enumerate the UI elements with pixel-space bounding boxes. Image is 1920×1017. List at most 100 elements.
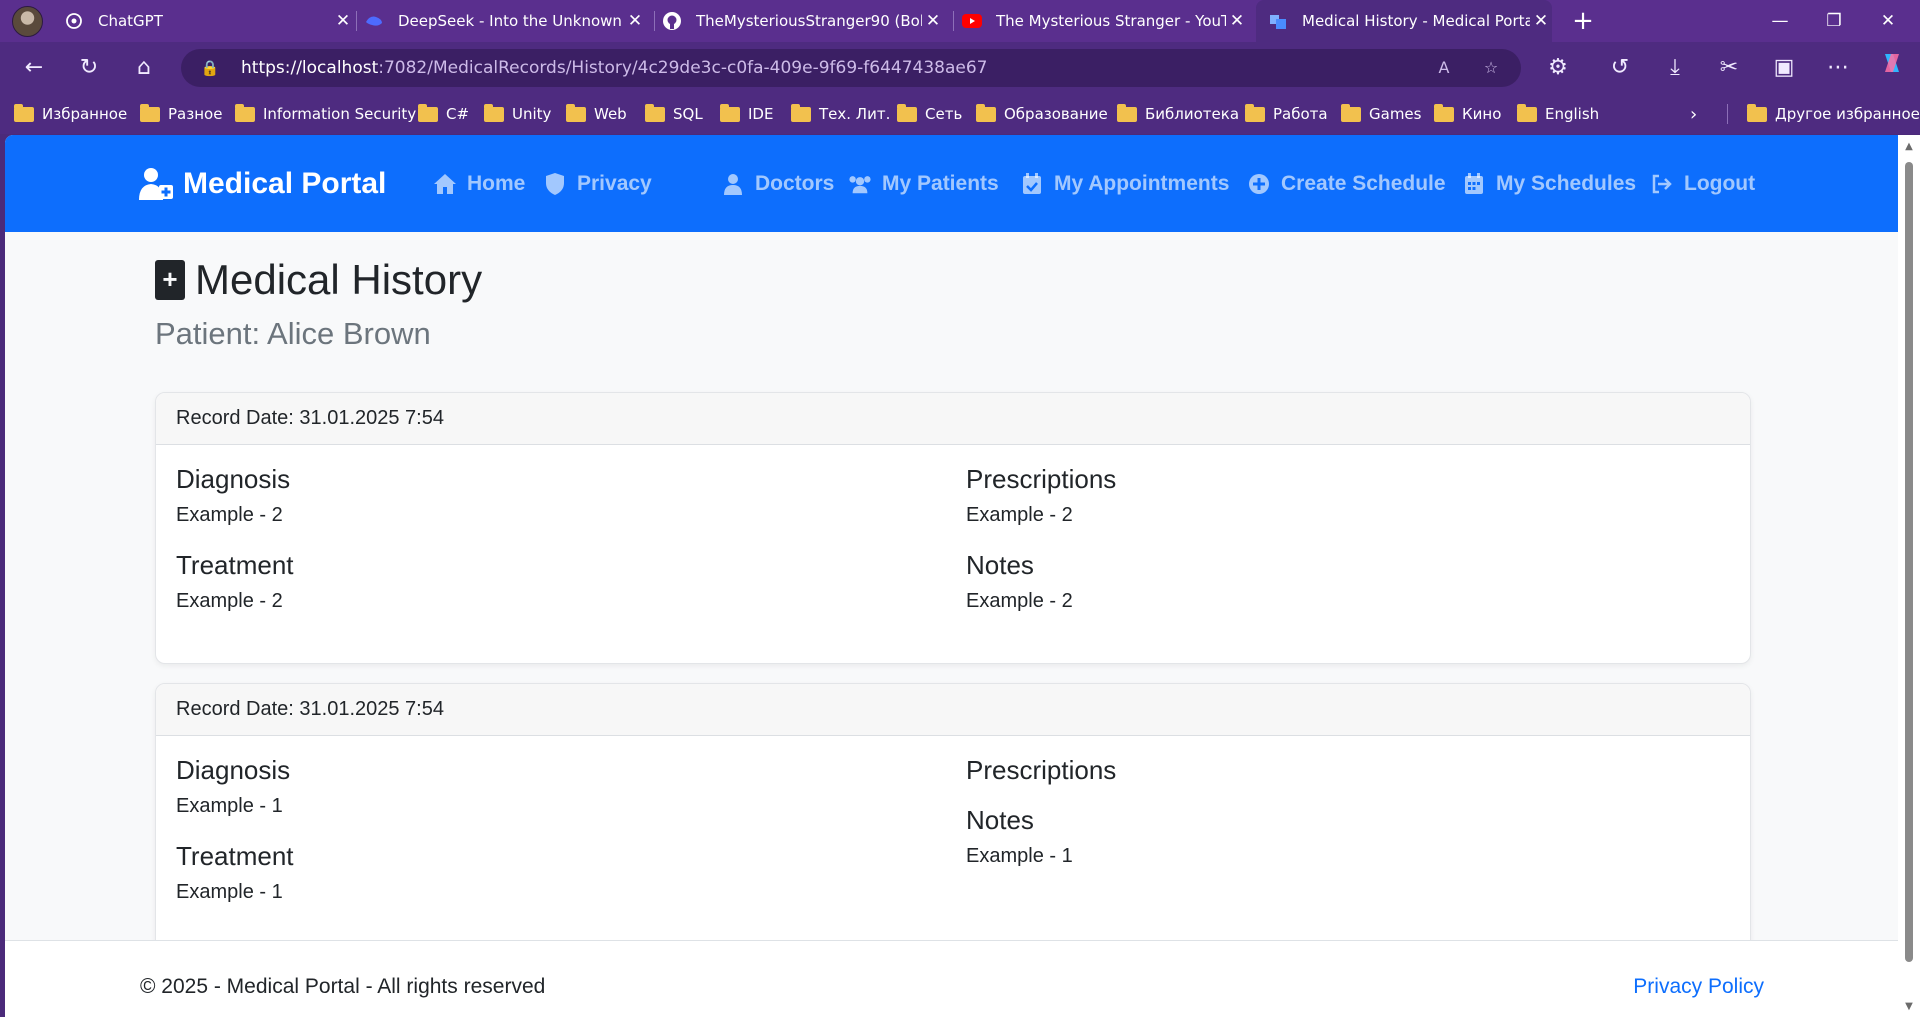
tab-title: Medical History - Medical Portal <box>1302 12 1530 30</box>
bookmark-folder[interactable]: Разное <box>140 94 222 134</box>
tab-medical-history[interactable]: Medical History - Medical Portal ✕ <box>1256 0 1552 42</box>
nav-doctors-label: Doctors <box>755 171 835 195</box>
bookmark-folder[interactable]: IDE <box>720 94 773 134</box>
bookmark-folder[interactable]: Работа <box>1245 94 1328 134</box>
prescriptions-heading: Prescriptions <box>966 464 1117 494</box>
privacy-policy-link[interactable]: Privacy Policy <box>1633 975 1764 999</box>
bookmark-folder[interactable]: C# <box>418 94 469 134</box>
prescriptions-heading: Prescriptions <box>966 755 1117 785</box>
house-icon <box>433 172 457 196</box>
scrollbar-thumb[interactable] <box>1905 162 1913 962</box>
bookmark-folder[interactable]: Образование <box>976 94 1108 134</box>
downloads-icon[interactable]: ⤓ <box>1657 50 1693 86</box>
scroll-up-icon[interactable]: ▲ <box>1903 141 1915 153</box>
bookmark-label: Web <box>594 105 627 123</box>
nav-create-schedule[interactable]: Create Schedule <box>1247 135 1446 232</box>
url-text[interactable]: https://localhost:7082/MedicalRecords/Hi… <box>241 49 987 87</box>
folder-icon <box>1517 103 1537 122</box>
tab-github[interactable]: TheMysteriousStranger90 (Bohdan ✕ <box>662 0 944 42</box>
close-icon[interactable]: ✕ <box>1226 11 1248 31</box>
bookmark-label: SQL <box>673 105 703 123</box>
home-icon[interactable]: ⌂ <box>126 50 162 86</box>
read-aloud-icon[interactable]: A <box>1431 55 1457 81</box>
bookmark-folder[interactable]: English <box>1517 94 1599 134</box>
bookmark-label: Избранное <box>42 105 128 123</box>
patient-name: Patient: Alice Brown <box>155 316 431 351</box>
tab-chatgpt[interactable]: ChatGPT ✕ <box>64 0 354 42</box>
close-icon[interactable]: ✕ <box>332 11 354 31</box>
user-doctor-icon <box>139 167 173 201</box>
calendar-icon <box>1462 172 1486 196</box>
bookmark-folder[interactable]: Библиотека <box>1117 94 1239 134</box>
site-footer: © 2025 - Medical Portal - All rights res… <box>5 940 1898 1017</box>
close-icon[interactable]: ✕ <box>1530 11 1552 31</box>
extensions-icon[interactable]: ⚙ <box>1540 50 1576 86</box>
scroll-down-icon[interactable]: ▼ <box>1903 1001 1915 1013</box>
chevron-right-icon[interactable]: › <box>1690 94 1697 134</box>
history-icon[interactable]: ↺ <box>1602 50 1638 86</box>
folder-icon <box>418 103 438 122</box>
nav-home[interactable]: Home <box>433 135 525 232</box>
users-icon <box>848 172 872 196</box>
bookmark-label: Разное <box>168 105 223 123</box>
diagnosis-value: Example - 2 <box>176 504 283 526</box>
page-scrollbar[interactable]: ▲ ▼ <box>1898 135 1920 1017</box>
restore-icon[interactable]: ❐ <box>1806 0 1862 42</box>
nav-my-schedules-label: My Schedules <box>1496 171 1637 195</box>
new-tab-icon[interactable]: + <box>1566 4 1600 38</box>
more-menu-icon[interactable]: ⋯ <box>1820 50 1856 86</box>
close-window-icon[interactable]: ✕ <box>1860 0 1916 42</box>
record-date: Record Date: 31.01.2025 7:54 <box>156 684 1750 736</box>
folder-icon <box>720 103 740 122</box>
bookmark-folder[interactable]: Games <box>1341 94 1421 134</box>
bookmark-folder[interactable]: Unity <box>484 94 551 134</box>
folder-icon <box>1341 103 1361 122</box>
screenshot-icon[interactable]: ✂ <box>1711 50 1747 86</box>
brand-link[interactable]: Medical Portal <box>139 135 386 232</box>
refresh-icon[interactable]: ↻ <box>71 50 107 86</box>
lock-icon[interactable]: 🔒 <box>199 57 221 79</box>
close-icon[interactable]: ✕ <box>624 11 646 31</box>
record-date: Record Date: 31.01.2025 7:54 <box>156 393 1750 445</box>
bookmark-label: English <box>1545 105 1600 123</box>
profile-avatar[interactable] <box>12 6 43 37</box>
bookmark-folder[interactable]: Кино <box>1434 94 1501 134</box>
page-viewport: Medical Portal Home Privacy Doctors My P <box>5 135 1898 1017</box>
address-bar[interactable]: 🔒 https://localhost:7082/MedicalRecords/… <box>181 49 1521 87</box>
bookmark-folder[interactable]: Information Security <box>235 94 416 134</box>
file-medical-icon <box>155 260 185 300</box>
bookmark-folder[interactable]: Web <box>566 94 627 134</box>
other-bookmarks-folder[interactable]: Другое избранное <box>1747 94 1920 134</box>
collections-icon[interactable]: ▣ <box>1766 50 1802 86</box>
diagnosis-heading: Diagnosis <box>176 464 291 494</box>
nav-my-schedules[interactable]: My Schedules <box>1462 135 1636 232</box>
folder-icon <box>1747 103 1767 122</box>
record-left-column: Diagnosis Example - 2 Treatment Example … <box>176 445 936 614</box>
favorite-star-icon[interactable]: ☆ <box>1478 55 1504 81</box>
minimize-icon[interactable]: — <box>1752 0 1808 42</box>
youtube-icon <box>962 11 982 31</box>
treatment-heading: Treatment <box>176 841 294 871</box>
github-icon <box>662 11 682 31</box>
nav-my-patients[interactable]: My Patients <box>848 135 999 232</box>
nav-my-appointments[interactable]: My Appointments <box>1020 135 1229 232</box>
bookmark-folder[interactable]: Сеть <box>897 94 962 134</box>
bookmarks-separator <box>1727 104 1728 124</box>
bookmark-folder[interactable]: Избранное <box>14 94 127 134</box>
bookmark-folder[interactable]: Тех. Лит. <box>791 94 890 134</box>
folder-icon <box>14 103 34 122</box>
copilot-icon[interactable] <box>1874 50 1910 86</box>
bookmark-folder[interactable]: SQL <box>645 94 703 134</box>
nav-create-schedule-label: Create Schedule <box>1281 171 1446 195</box>
tab-title: TheMysteriousStranger90 (Bohdan <box>696 12 922 30</box>
close-icon[interactable]: ✕ <box>922 11 944 31</box>
nav-privacy[interactable]: Privacy <box>543 135 652 232</box>
tab-deepseek[interactable]: DeepSeek - Into the Unknown ✕ <box>364 0 646 42</box>
tab-youtube[interactable]: The Mysterious Stranger - YouTube ✕ <box>962 0 1248 42</box>
bookmark-label: Библиотека <box>1145 105 1240 123</box>
nav-doctors[interactable]: Doctors <box>721 135 834 232</box>
nav-logout[interactable]: Logout <box>1650 135 1755 232</box>
folder-icon <box>1245 103 1265 122</box>
back-icon[interactable]: ← <box>16 50 52 86</box>
copyright-text: © 2025 - Medical Portal - All rights res… <box>140 975 546 998</box>
